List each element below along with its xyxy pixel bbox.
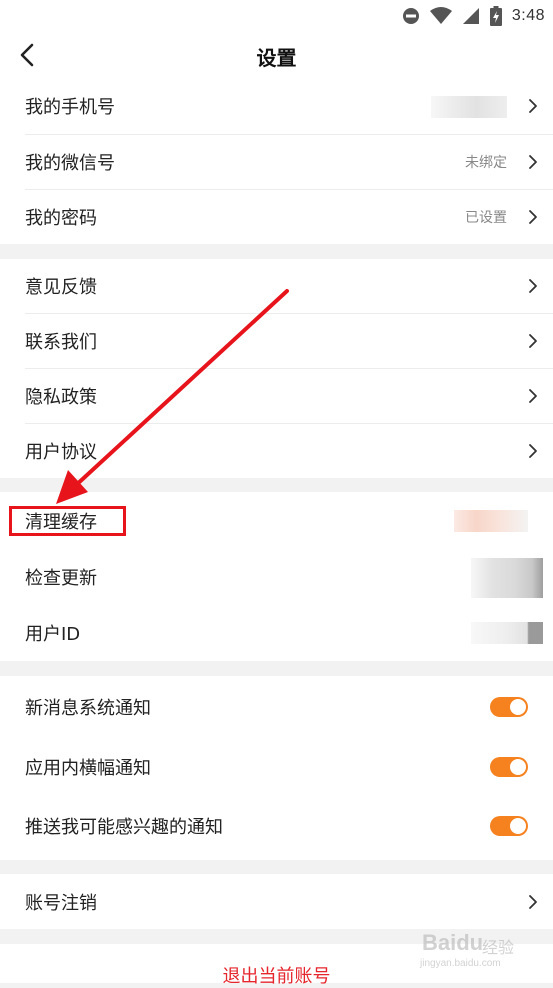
battery-charging-icon <box>489 6 502 26</box>
masked-cache-size <box>454 510 528 532</box>
chevron-right-icon <box>529 210 537 224</box>
masked-version <box>471 558 543 598</box>
row-label: 推送我可能感兴趣的通知 <box>25 817 223 838</box>
signal-icon <box>462 8 479 24</box>
toggle-knob <box>510 699 526 715</box>
row-feedback[interactable]: 意见反馈 <box>0 259 553 313</box>
info-group: 意见反馈 联系我们 隐私政策 用户协议 <box>0 259 553 478</box>
row-label: 用户协议 <box>25 442 97 463</box>
row-interest-notification: 推送我可能感兴趣的通知 <box>0 797 553 855</box>
chevron-right-icon <box>529 279 537 293</box>
toggle-knob <box>510 759 526 775</box>
row-check-update[interactable]: 检查更新 <box>0 548 553 605</box>
account-settings-group: 我的手机号 我的微信号 未绑定 我的密码 已设置 <box>0 78 553 244</box>
baidu-watermark: Baidu 经验 jingyan.baidu.com <box>420 930 550 978</box>
masked-user-id <box>471 622 543 644</box>
row-value: 已设置 <box>465 210 507 226</box>
interest-notification-toggle[interactable] <box>490 816 528 836</box>
row-label: 应用内横幅通知 <box>25 758 151 779</box>
row-wechat[interactable]: 我的微信号 未绑定 <box>0 135 553 189</box>
system-notification-toggle[interactable] <box>490 697 528 717</box>
row-user-id[interactable]: 用户ID <box>0 605 553 661</box>
banner-notification-toggle[interactable] <box>490 757 528 777</box>
notification-group: 新消息系统通知 应用内横幅通知 推送我可能感兴趣的通知 <box>0 676 553 860</box>
row-label: 意见反馈 <box>25 277 97 298</box>
row-contact-us[interactable]: 联系我们 <box>0 314 553 368</box>
chevron-right-icon <box>529 155 537 169</box>
row-system-notification: 新消息系统通知 <box>0 678 553 736</box>
row-label: 用户ID <box>25 624 81 645</box>
row-label: 我的手机号 <box>25 97 115 118</box>
toggle-knob <box>510 818 526 834</box>
status-icons: 3:48 <box>402 4 545 28</box>
row-label: 账号注销 <box>25 892 97 914</box>
row-label: 我的密码 <box>25 208 97 229</box>
row-banner-notification: 应用内横幅通知 <box>0 738 553 796</box>
chevron-right-icon <box>529 334 537 348</box>
row-phone-number[interactable]: 我的手机号 <box>0 78 553 134</box>
row-label: 联系我们 <box>25 332 97 353</box>
chevron-right-icon <box>529 444 537 458</box>
row-label: 我的微信号 <box>25 153 115 174</box>
chevron-right-icon <box>529 389 537 403</box>
wifi-icon <box>429 7 452 24</box>
page-title: 设置 <box>256 46 297 70</box>
row-privacy-policy[interactable]: 隐私政策 <box>0 369 553 423</box>
chevron-right-icon <box>529 99 537 113</box>
cancellation-group: 账号注销 <box>0 874 553 929</box>
watermark-sub: 经验 <box>482 938 515 957</box>
chevron-right-icon <box>529 894 537 909</box>
do-not-disturb-icon <box>402 8 419 24</box>
row-account-cancellation[interactable]: 账号注销 <box>0 874 553 929</box>
clock: 3:48 <box>511 7 545 24</box>
nav-bar: 设置 <box>0 32 553 78</box>
row-label: 检查更新 <box>25 567 97 589</box>
row-value: 未绑定 <box>465 155 507 171</box>
row-label: 隐私政策 <box>25 387 97 408</box>
row-label: 新消息系统通知 <box>25 698 151 719</box>
watermark-url: jingyan.baidu.com <box>420 958 501 969</box>
row-password[interactable]: 我的密码 已设置 <box>0 190 553 244</box>
annotation-highlight-box <box>9 506 126 536</box>
watermark-logo: Baidu <box>422 930 484 955</box>
row-user-agreement[interactable]: 用户协议 <box>0 424 553 478</box>
status-bar: 3:48 <box>0 0 553 32</box>
masked-phone-number <box>431 96 507 118</box>
